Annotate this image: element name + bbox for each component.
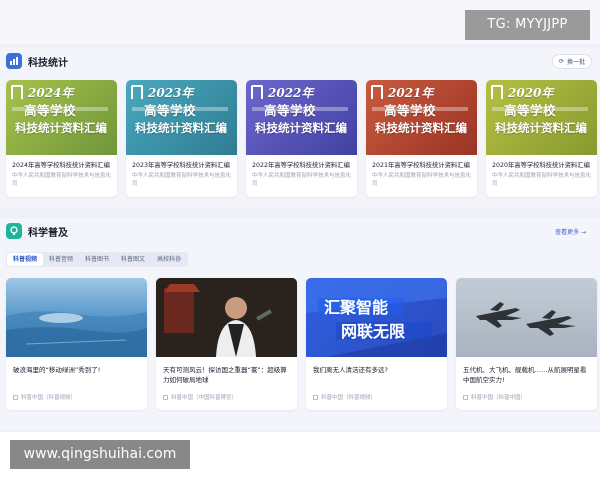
tab-books[interactable]: 科普图书 [79,253,115,266]
book-cover-line1: 高等学校 [384,103,437,118]
book-cover-line1: 高等学校 [264,103,317,118]
book-cover: 2022年 高等学校 科技统计资料汇编 [246,80,357,155]
tab-audio[interactable]: 科普音频 [43,253,79,266]
book-card[interactable]: 2022年 高等学校 科技统计资料汇编 2022年高等学校科技统计资料汇编 中华… [246,80,357,197]
refresh-label: 换一批 [566,59,585,66]
tab-articles[interactable]: 科普图文 [115,253,151,266]
book-cover-line1: 高等学校 [24,103,77,118]
source-icon [313,394,318,400]
book-cover: 2024年 高等学校 科技统计资料汇编 [6,80,117,155]
book-cover-line2: 科技统计资料汇编 [255,121,347,135]
book-list: 2024年 高等学校 科技统计资料汇编 2024年高等学校科技统计资料汇编 中华… [6,80,597,197]
video-card[interactable]: 破浪海里的“移动绿洲”秀到了! 科普中国（科普视频） [6,278,147,410]
telegram-watermark: TG: MYYJJPP [465,10,590,40]
book-title: 2024年高等学校科技统计资料汇编 [12,162,110,169]
book-title: 2022年高等学校科技统计资料汇编 [252,162,350,169]
video-card[interactable]: 汇聚智能 网联无限 我们离无人清洁还有多远? 科普中国（科普视频） [306,278,447,410]
stats-section: 科技统计 ⟳ 换一批 2024年 高等学校 科技统计资料汇编 2024年高等学校… [0,48,600,208]
site-url-watermark: www.qingshuihai.com [10,440,190,469]
source-icon [463,394,468,400]
refresh-button[interactable]: ⟳ 换一批 [551,54,592,69]
book-year: 2024年 [28,86,74,100]
book-card[interactable]: 2023年 高等学校 科技统计资料汇编 2023年高等学校科技统计资料汇编 中华… [126,80,237,197]
book-subtitle: 中华人民共和国教育部科学技术与信息化司 [12,173,112,187]
svg-text:汇聚智能: 汇聚智能 [324,298,388,317]
popular-title: 科学普及 [28,227,68,239]
video-source: 科普中国（科普视频） [13,393,76,401]
book-cover-line2: 科技统计资料汇编 [135,121,227,135]
refresh-icon: ⟳ [558,58,564,65]
source-icon [13,394,18,400]
video-card[interactable]: 天有可测风云！探访国之重器“寰”：超级算力如何破局地球 科普中国（中国科普博览） [156,278,297,410]
video-card[interactable]: 五代机、大飞机、舰载机……从航展明星看中国航空实力! 科普中国（科普中国） [456,278,597,410]
book-title: 2021年高等学校科技统计资料汇编 [372,162,470,169]
book-cover-line2: 科技统计资料汇编 [375,121,467,135]
video-source-label: 科普中国（科普中国） [471,395,527,401]
content-tabs: 科普视频 科普音频 科普图书 科普图文 高校科协 [6,252,189,267]
video-list: 破浪海里的“移动绿洲”秀到了! 科普中国（科普视频） 天有可测风云！探访国之重器… [6,278,597,410]
book-year: 2020年 [508,86,554,100]
video-thumbnail-poster: 汇聚智能 网联无限 [306,278,447,357]
book-title: 2023年高等学校科技统计资料汇编 [132,162,230,169]
video-source: 科普中国（科普视频） [313,393,376,401]
video-source-label: 科普中国（中国科普博览） [171,395,238,401]
popular-header: 科学普及 [6,222,68,240]
video-thumbnail-speaker [156,278,297,357]
book-card[interactable]: 2024年 高等学校 科技统计资料汇编 2024年高等学校科技统计资料汇编 中华… [6,80,117,197]
book-subtitle: 中华人民共和国教育部科学技术与信息化司 [252,173,352,187]
book-title: 2020年高等学校科技统计资料汇编 [492,162,590,169]
bar-chart-icon [6,53,22,69]
video-thumbnail-ocean [6,278,147,357]
book-card[interactable]: 2021年 高等学校 科技统计资料汇编 2021年高等学校科技统计资料汇编 中华… [366,80,477,197]
video-title: 五代机、大飞机、舰载机……从航展明星看中国航空实力! [463,366,587,384]
stats-header: 科技统计 [6,52,68,70]
book-cover: 2021年 高等学校 科技统计资料汇编 [366,80,477,155]
video-title: 我们离无人清洁还有多远? [313,366,388,374]
svg-text:网联无限: 网联无限 [341,322,406,341]
video-source: 科普中国（科普中国） [463,393,526,401]
book-cover-line1: 高等学校 [144,103,197,118]
video-title: 天有可测风云！探访国之重器“寰”：超级算力如何破局地球 [163,366,287,384]
book-cover-line2: 科技统计资料汇编 [15,121,107,135]
video-source: 科普中国（中国科普博览） [163,393,237,401]
book-year: 2022年 [268,86,314,100]
book-subtitle: 中华人民共和国教育部科学技术与信息化司 [492,173,592,187]
video-thumbnail-jets [456,278,597,357]
source-icon [163,394,168,400]
book-year: 2023年 [148,86,194,100]
video-title: 破浪海里的“移动绿洲”秀到了! [13,366,101,374]
book-cover-line1: 高等学校 [504,103,557,118]
book-cover: 2023年 高等学校 科技统计资料汇编 [126,80,237,155]
book-cover-line2: 科技统计资料汇编 [495,121,587,135]
video-source-label: 科普中国（科普视频） [321,395,377,401]
view-more-link[interactable]: 查看更多 → [549,224,592,239]
lightbulb-icon [6,223,22,239]
popular-science-section: 科学普及 查看更多 → 科普视频 科普音频 科普图书 科普图文 高校科协 破浪海… [0,218,600,430]
book-card[interactable]: 2020年 高等学校 科技统计资料汇编 2020年高等学校科技统计资料汇编 中华… [486,80,597,197]
video-source-label: 科普中国（科普视频） [21,395,77,401]
tab-university-association[interactable]: 高校科协 [151,253,187,266]
view-more-label: 查看更多 → [555,229,586,236]
book-year: 2021年 [388,86,434,100]
book-subtitle: 中华人民共和国教育部科学技术与信息化司 [132,173,232,187]
book-cover: 2020年 高等学校 科技统计资料汇编 [486,80,597,155]
tab-videos[interactable]: 科普视频 [7,253,44,266]
stats-title: 科技统计 [28,57,68,69]
book-subtitle: 中华人民共和国教育部科学技术与信息化司 [372,173,472,187]
